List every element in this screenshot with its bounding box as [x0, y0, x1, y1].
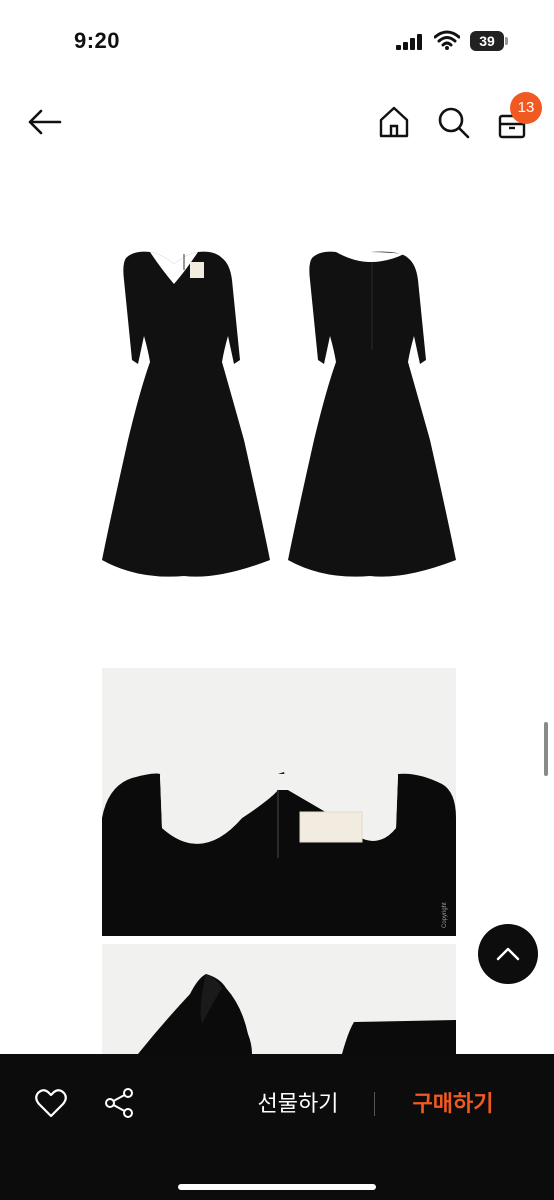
scroll-indicator[interactable]: [544, 722, 548, 776]
battery-level: 39: [470, 31, 504, 51]
status-bar: 9:20 39: [0, 0, 554, 84]
search-icon[interactable]: [435, 104, 471, 140]
bottom-action-bar: 선물하기 구매하기: [0, 1054, 554, 1200]
shoulder-detail-image[interactable]: [102, 944, 456, 1054]
dress-front-back-image[interactable]: [98, 240, 458, 580]
cart-count-badge: 13: [510, 92, 542, 124]
home-icon[interactable]: [376, 104, 412, 140]
top-nav: [0, 96, 554, 156]
scroll-to-top-button[interactable]: [478, 924, 538, 984]
bar-divider: [374, 1092, 375, 1116]
gift-button[interactable]: 선물하기: [238, 1084, 358, 1124]
neckline-detail-image[interactable]: Copyright: [102, 668, 456, 936]
battery-tip: [505, 37, 508, 45]
heart-icon[interactable]: [34, 1086, 68, 1120]
wifi-icon: [434, 30, 460, 50]
home-indicator: [178, 1184, 376, 1190]
cellular-signal-icon: [396, 34, 422, 50]
front-dress-figure: [102, 251, 270, 577]
back-arrow-icon[interactable]: [26, 104, 62, 140]
chevron-up-icon: [496, 947, 520, 961]
svg-text:Copyright: Copyright: [442, 902, 448, 928]
status-time: 9:20: [74, 28, 121, 53]
battery-indicator: 39: [470, 31, 508, 51]
share-icon[interactable]: [102, 1086, 136, 1120]
back-dress-figure: [288, 251, 456, 577]
buy-button[interactable]: 구매하기: [396, 1084, 510, 1124]
